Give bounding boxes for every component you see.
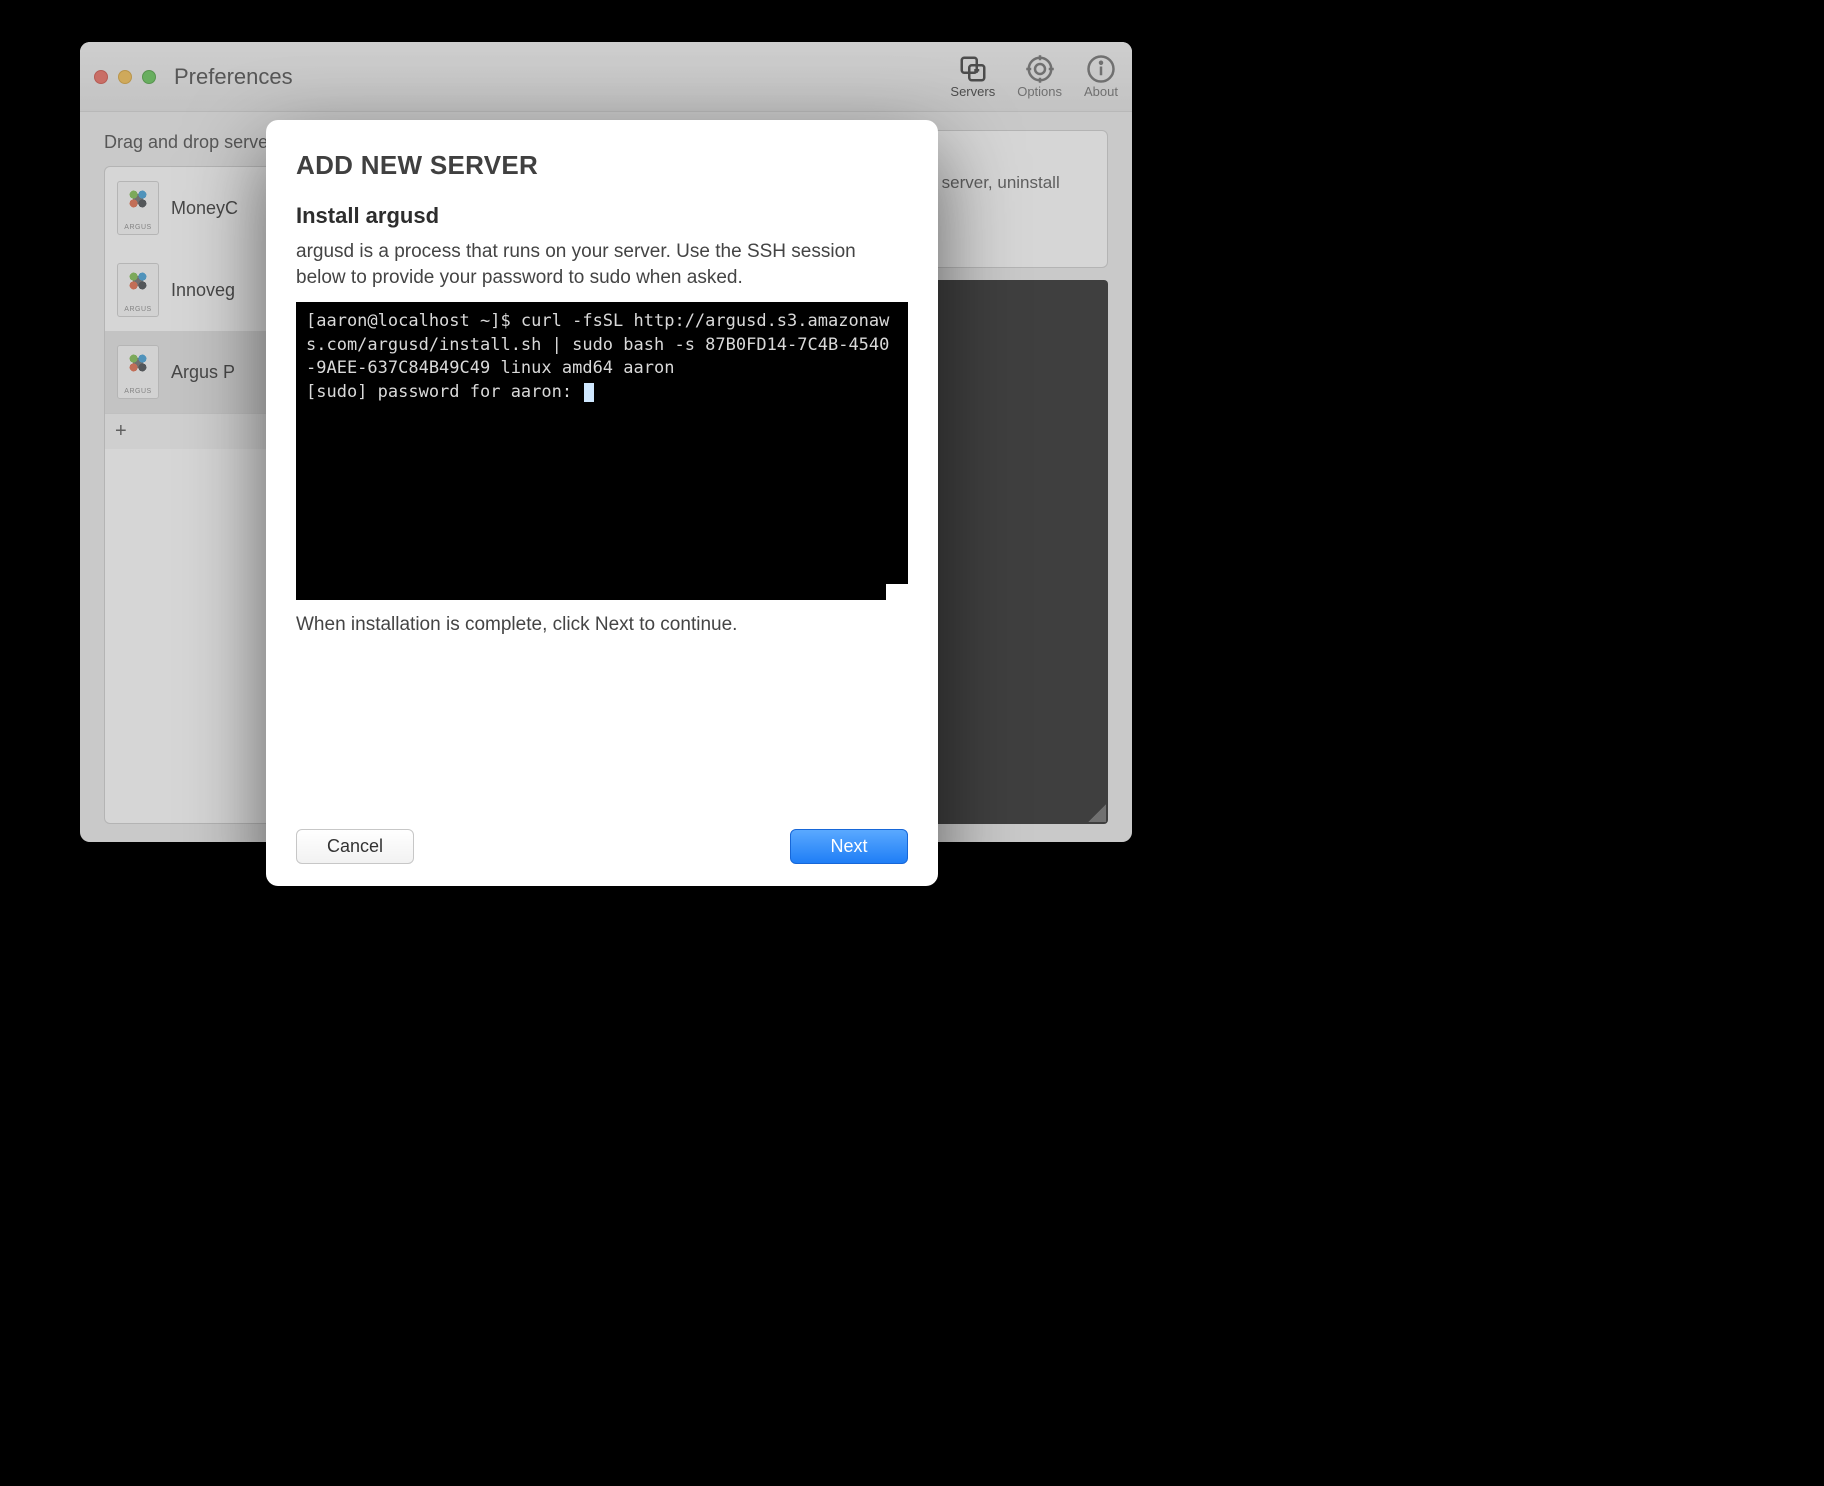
ssh-terminal[interactable]: [aaron@localhost ~]$ curl -fsSL http://a… [296, 302, 908, 600]
cancel-button[interactable]: Cancel [296, 829, 414, 864]
modal-post-text: When installation is complete, click Nex… [296, 614, 908, 636]
terminal-cursor-icon [584, 383, 594, 402]
modal-description: argusd is a process that runs on your se… [296, 239, 908, 290]
modal-title: ADD NEW SERVER [296, 150, 908, 181]
add-server-modal: ADD NEW SERVER Install argusd argusd is … [266, 120, 938, 886]
modal-subtitle: Install argusd [296, 203, 908, 229]
next-button[interactable]: Next [790, 829, 908, 864]
terminal-content: [aaron@localhost ~]$ curl -fsSL http://a… [306, 311, 889, 401]
